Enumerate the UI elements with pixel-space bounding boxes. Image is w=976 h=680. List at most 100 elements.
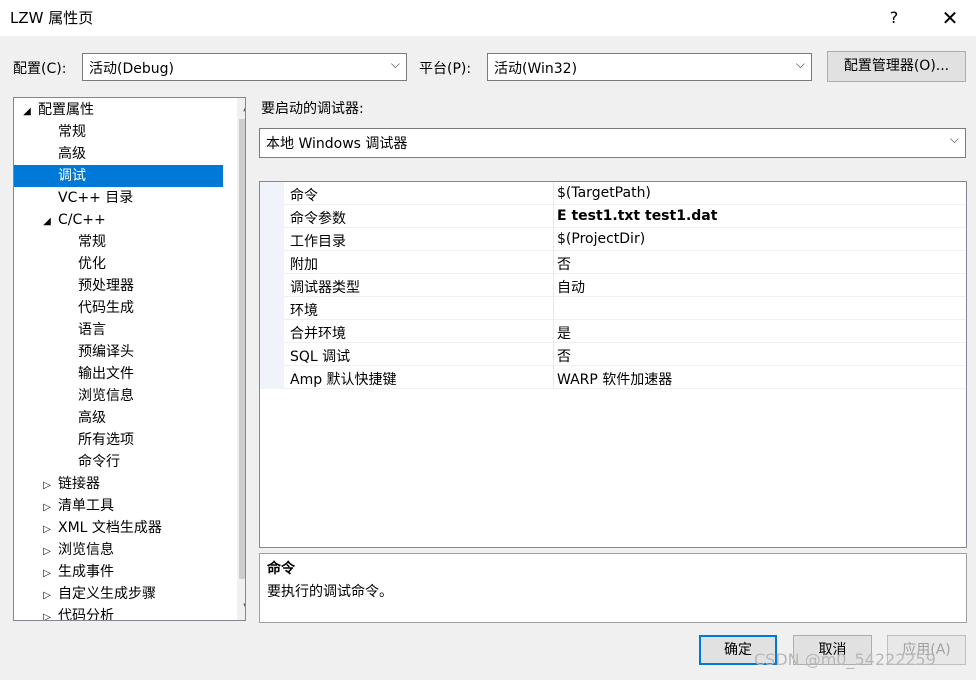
tree-item[interactable]: 优化 <box>14 253 223 275</box>
scroll-down-icon[interactable]: ▼ <box>237 598 245 618</box>
property-value[interactable]: 否 <box>557 346 571 366</box>
tree-item-label: 代码分析 <box>58 608 114 621</box>
property-value[interactable]: $(TargetPath) <box>557 185 651 201</box>
tree-item[interactable]: 常规 <box>14 121 223 143</box>
property-row[interactable]: 命令参数 E test1.txt test1.dat <box>260 205 966 228</box>
tree-item[interactable]: VC++ 目录 <box>14 187 223 209</box>
debugger-select[interactable]: 本地 Windows 调试器 ⌵ <box>259 128 966 158</box>
platform-select[interactable]: 活动(Win32) ⌵ <box>487 53 812 81</box>
tree-item[interactable]: ▷ 浏览信息 <box>14 539 223 561</box>
property-value[interactable]: 否 <box>557 254 571 274</box>
tree-item[interactable]: 高级 <box>14 407 223 429</box>
row-gutter <box>260 343 284 366</box>
property-value[interactable]: $(ProjectDir) <box>557 231 645 247</box>
property-row[interactable]: Amp 默认快捷键 WARP 软件加速器 <box>260 366 966 389</box>
tree-item[interactable]: 所有选项 <box>14 429 223 451</box>
config-select[interactable]: 活动(Debug) ⌵ <box>82 53 407 81</box>
property-value[interactable]: E test1.txt test1.dat <box>557 208 717 224</box>
tree-item[interactable]: 高级 <box>14 143 223 165</box>
tree-item[interactable]: ▷ XML 文档生成器 <box>14 517 223 539</box>
property-name: 调试器类型 <box>290 280 360 296</box>
tree-item[interactable]: ▷ 生成事件 <box>14 561 223 583</box>
tree-item[interactable]: ▷ 代码分析 <box>14 605 223 621</box>
property-row[interactable]: 环境 <box>260 297 966 320</box>
close-button[interactable]: ✕ <box>934 6 966 30</box>
property-tree[interactable]: ◢ 配置属性 常规 高级 调试 VC++ 目录 ◢ C/C++ 常规 优化 预处理器 代码生成 语言 预编… <box>13 97 246 621</box>
column-divider <box>553 320 554 343</box>
collapse-icon[interactable]: ◢ <box>40 211 54 233</box>
property-name: 合并环境 <box>290 326 346 342</box>
chevron-down-icon: ⌵ <box>949 132 959 146</box>
tree-item[interactable]: ▷ 清单工具 <box>14 495 223 517</box>
property-name: 附加 <box>290 257 318 273</box>
row-gutter <box>260 205 284 228</box>
tree-item[interactable]: 输出文件 <box>14 363 223 385</box>
config-select-value: 活动(Debug) <box>89 61 174 77</box>
tree-item-label: 自定义生成步骤 <box>58 586 156 602</box>
tree-item[interactable]: 调试 <box>14 165 223 187</box>
tree-item[interactable]: ▷ 链接器 <box>14 473 223 495</box>
debugger-select-value: 本地 Windows 调试器 <box>266 136 408 152</box>
chevron-down-icon: ⌵ <box>795 57 805 71</box>
scroll-thumb[interactable] <box>239 119 245 579</box>
column-divider <box>553 366 554 389</box>
property-value[interactable]: 自动 <box>557 277 585 297</box>
column-divider <box>553 228 554 251</box>
tree-item-label: 输出文件 <box>78 366 134 382</box>
property-name: 环境 <box>290 303 318 319</box>
row-gutter <box>260 320 284 343</box>
tree-scrollbar[interactable]: ▲ ▼ <box>237 98 245 620</box>
property-row[interactable]: 合并环境 是 <box>260 320 966 343</box>
description-title: 命令 <box>267 561 295 577</box>
config-manager-button[interactable]: 配置管理器(O)... <box>827 51 966 82</box>
row-gutter <box>260 366 284 389</box>
expand-icon[interactable]: ▷ <box>40 475 54 497</box>
platform-select-value: 活动(Win32) <box>494 61 578 77</box>
property-value[interactable]: 是 <box>557 323 571 343</box>
help-button[interactable]: ? <box>880 6 908 30</box>
expand-icon[interactable]: ▷ <box>40 563 54 585</box>
tree-item[interactable]: 预处理器 <box>14 275 223 297</box>
tree-item-label: 高级 <box>58 146 86 162</box>
tree-item[interactable]: 命令行 <box>14 451 223 473</box>
tree-item[interactable]: 预编译头 <box>14 341 223 363</box>
tree-item-label: 常规 <box>78 234 106 250</box>
row-gutter <box>260 274 284 297</box>
window-title: LZW 属性页 <box>10 9 94 27</box>
tree-item-label: 浏览信息 <box>78 388 134 404</box>
property-value[interactable]: WARP 软件加速器 <box>557 369 672 389</box>
expand-icon[interactable]: ▷ <box>40 541 54 563</box>
expand-icon[interactable]: ▷ <box>40 585 54 607</box>
tree-item-label: 预处理器 <box>78 278 134 294</box>
tree-item[interactable]: 常规 <box>14 231 223 253</box>
tree-item-label: 预编译头 <box>78 344 134 360</box>
property-row[interactable]: 工作目录 $(ProjectDir) <box>260 228 966 251</box>
expand-icon[interactable]: ▷ <box>40 519 54 541</box>
property-row[interactable]: SQL 调试 否 <box>260 343 966 366</box>
collapse-icon[interactable]: ◢ <box>20 101 34 123</box>
tree-item[interactable]: ▷ 自定义生成步骤 <box>14 583 223 605</box>
column-divider <box>553 297 554 320</box>
expand-icon[interactable]: ▷ <box>40 497 54 519</box>
property-name: SQL 调试 <box>290 349 351 365</box>
tree-item[interactable]: ◢ C/C++ <box>14 209 223 231</box>
tree-item-label: C/C++ <box>58 212 106 228</box>
property-row[interactable]: 附加 否 <box>260 251 966 274</box>
tree-item-label: 语言 <box>78 322 106 338</box>
property-row[interactable]: 调试器类型 自动 <box>260 274 966 297</box>
property-grid[interactable]: 命令 $(TargetPath) 命令参数 E test1.txt test1.dat… <box>259 181 967 548</box>
tree-item[interactable]: 语言 <box>14 319 223 341</box>
debugger-label: 要启动的调试器: <box>261 101 364 117</box>
property-row[interactable]: 命令 $(TargetPath) <box>260 182 966 205</box>
column-divider <box>553 274 554 297</box>
tree-item[interactable]: ◢ 配置属性 <box>14 99 223 121</box>
tree-item[interactable]: 代码生成 <box>14 297 223 319</box>
row-gutter <box>260 297 284 320</box>
scroll-up-icon[interactable]: ▲ <box>237 98 245 118</box>
expand-icon[interactable]: ▷ <box>40 607 54 620</box>
tree-item[interactable]: 浏览信息 <box>14 385 223 407</box>
property-name: 工作目录 <box>290 234 346 250</box>
tree-item-label: XML 文档生成器 <box>58 520 162 536</box>
description-pane: 命令 要执行的调试命令。 <box>259 553 967 623</box>
row-gutter <box>260 251 284 274</box>
